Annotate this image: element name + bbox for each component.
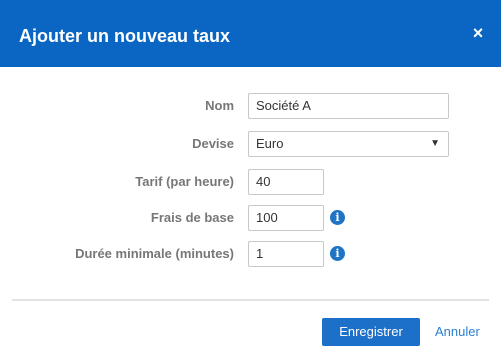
chevron-down-icon: ▼ [430,138,440,149]
base-fee-label: Frais de base [150,210,234,225]
rate-field[interactable]: 40 [248,169,324,195]
base-fee-field[interactable]: 100 [248,205,324,231]
add-rate-dialog: Ajouter un nouveau taux × Nom Société A … [0,0,501,358]
rate-label: Tarif (par heure) [135,174,234,189]
min-duration-row: Durée minimale (minutes) 1 i [0,241,501,267]
dialog-title: Ajouter un nouveau taux [19,26,231,46]
dialog-header: Ajouter un nouveau taux × [0,0,501,67]
min-duration-field[interactable]: 1 [248,241,324,267]
cancel-button[interactable]: Annuler [435,318,480,346]
name-label: Nom [205,98,234,113]
rate-row: Tarif (par heure) 40 [0,169,501,195]
min-duration-label: Durée minimale (minutes) [75,246,234,261]
footer-divider [12,299,489,301]
info-icon[interactable]: i [330,246,345,261]
close-icon[interactable]: × [469,24,487,42]
base-fee-row: Frais de base 100 i [0,205,501,231]
name-field[interactable]: Société A [248,93,449,119]
save-button[interactable]: Enregistrer [322,318,420,346]
currency-row: Devise Euro ▼ [0,131,501,157]
currency-select[interactable]: Euro ▼ [248,131,449,157]
name-row: Nom Société A [0,93,501,119]
currency-label: Devise [192,136,234,151]
info-icon[interactable]: i [330,210,345,225]
currency-value: Euro [256,136,284,151]
